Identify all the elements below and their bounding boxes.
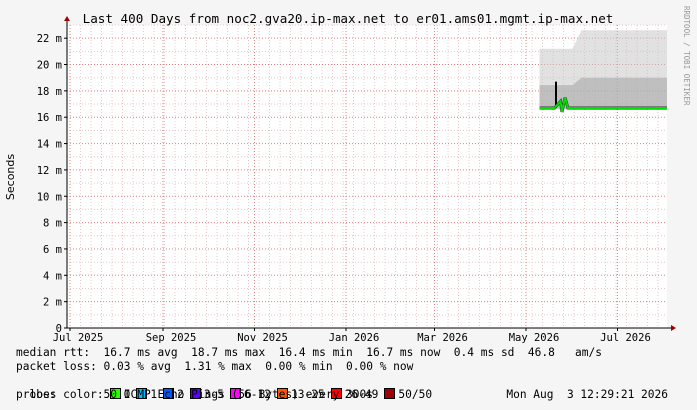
x-tick-label: Sep 2025 — [146, 332, 197, 344]
y-tick-label: 16 m — [37, 112, 62, 124]
timestamp: Mon Aug 3 12:29:21 2026 — [506, 388, 668, 401]
x-tick-label: Jul 2025 — [53, 332, 104, 344]
chart-title: Last 400 Days from noc2.gva20.ip-max.net… — [83, 11, 614, 26]
y-tick-label: 10 m — [37, 191, 62, 203]
x-tick-label: May 2026 — [509, 332, 560, 344]
y-tick-label: 12 m — [37, 165, 62, 177]
x-tick-label: Jan 2026 — [329, 332, 380, 344]
y-axis-label: Seconds — [4, 154, 17, 200]
x-tick-label: Nov 2025 — [237, 332, 288, 344]
x-tick-label: Mar 2026 — [417, 332, 468, 344]
x-tick-label: Jul 2026 — [600, 332, 651, 344]
y-tick-label: 4 m — [43, 270, 62, 282]
y-tick-label: 18 m — [37, 86, 62, 98]
y-tick-label: 8 m — [43, 218, 62, 230]
stats-packet-loss: packet loss: 0.03 % avg 1.31 % max 0.00 … — [16, 360, 414, 373]
side-credit-label: RRDTOOL / TOBI OETIKER — [682, 6, 691, 106]
stats-median-rtt: median rtt: 16.7 ms avg 18.7 ms max 16.4… — [16, 346, 602, 359]
y-tick-label: 14 m — [37, 139, 62, 151]
y-tick-label: 20 m — [37, 60, 62, 72]
y-tick-label: 22 m — [37, 33, 62, 45]
y-tick-label: 6 m — [43, 244, 62, 256]
y-tick-label: 2 m — [43, 297, 62, 309]
